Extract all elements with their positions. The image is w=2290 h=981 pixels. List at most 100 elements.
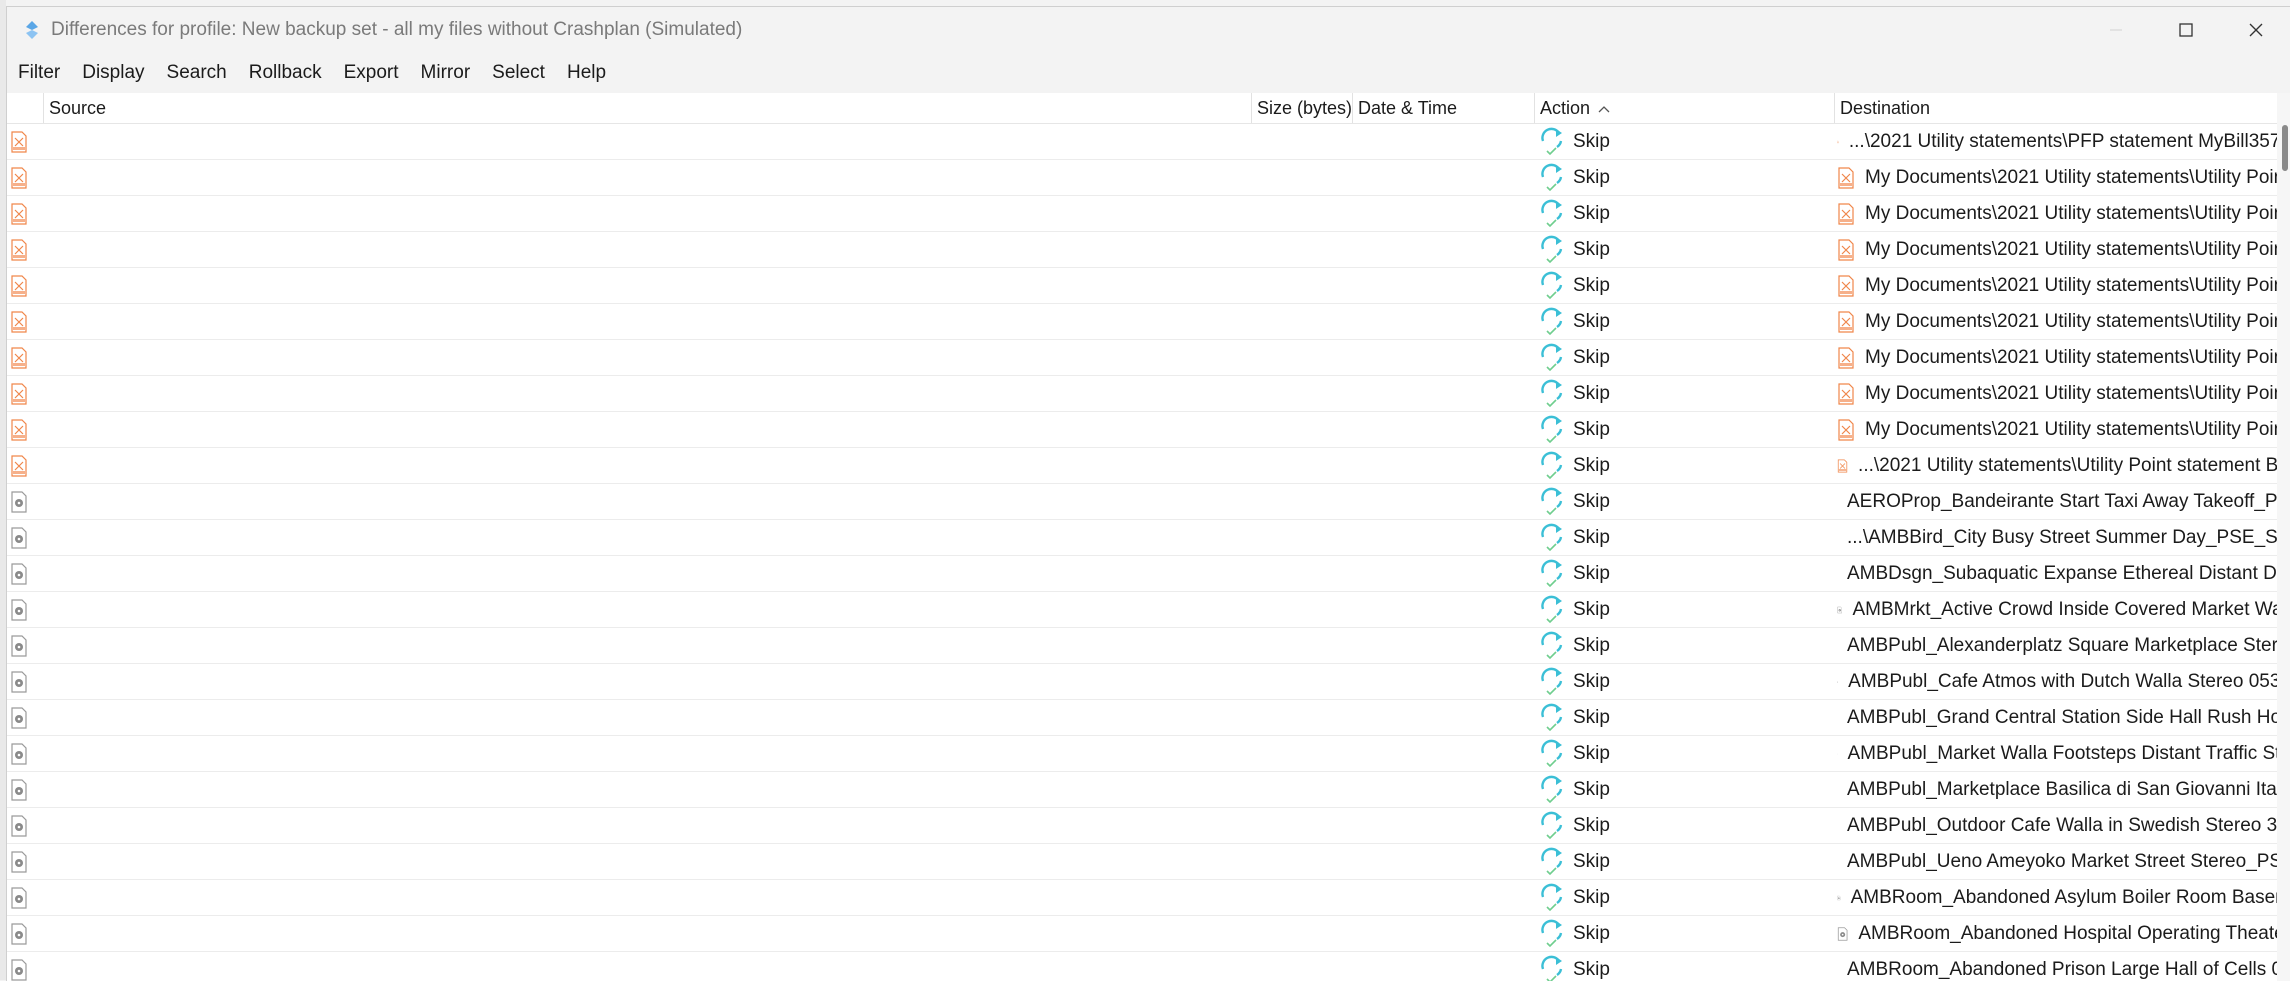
- table-row[interactable]: SkipAMBPubl_Alexanderplatz Square Market…: [7, 628, 2277, 664]
- destination-path: My Documents\2021 Utility statements\Uti…: [1865, 383, 2277, 405]
- destination-path: My Documents\2021 Utility statements\Uti…: [1865, 311, 2277, 333]
- menu-rollback[interactable]: Rollback: [238, 53, 333, 93]
- column-action[interactable]: Action: [1534, 93, 1834, 123]
- action-label: Skip: [1573, 851, 1610, 873]
- action-cell[interactable]: Skip: [1539, 196, 1739, 232]
- action-cell[interactable]: Skip: [1539, 808, 1739, 844]
- table-row[interactable]: Skip...\2021 Utility statements\Utility …: [7, 448, 2277, 484]
- minimize-button[interactable]: [2081, 7, 2151, 53]
- destination-path: ...\2021 Utility statements\PFP statemen…: [1849, 131, 2277, 153]
- action-cell[interactable]: Skip: [1539, 520, 1739, 556]
- action-cell[interactable]: Skip: [1539, 916, 1739, 952]
- table-row[interactable]: Skip ...\2021 Utility statements\PFP stat…: [7, 124, 2277, 160]
- table-row[interactable]: SkipAMBMrkt_Active Crowd Inside Covered …: [7, 592, 2277, 628]
- icon-column-header[interactable]: [7, 93, 43, 123]
- action-cell[interactable]: Skip: [1539, 448, 1739, 484]
- column-source[interactable]: Source: [43, 93, 1251, 123]
- menu-mirror[interactable]: Mirror: [410, 53, 482, 93]
- action-cell[interactable]: Skip: [1539, 340, 1739, 376]
- menu-search[interactable]: Search: [156, 53, 238, 93]
- menu-display[interactable]: Display: [71, 53, 155, 93]
- action-cell[interactable]: Skip: [1539, 376, 1739, 412]
- table-row[interactable]: Skip AMBRoom_Abandoned Hospital Operating…: [7, 916, 2277, 952]
- action-cell[interactable]: Skip: [1539, 268, 1739, 304]
- action-cell[interactable]: Skip: [1539, 628, 1739, 664]
- menu-export[interactable]: Export: [333, 53, 410, 93]
- table-row[interactable]: SkipMy Documents\2021 Utility statements…: [7, 160, 2277, 196]
- column-datetime[interactable]: Date & Time: [1352, 93, 1534, 123]
- source-cell: [10, 376, 30, 412]
- table-row[interactable]: Skip My Documents\2021 Utility statements…: [7, 304, 2277, 340]
- skip-sync-icon: [1539, 739, 1565, 769]
- source-cell: [10, 844, 30, 880]
- action-cell[interactable]: Skip: [1539, 952, 1739, 981]
- action-cell[interactable]: Skip: [1539, 412, 1739, 448]
- action-cell[interactable]: Skip: [1539, 232, 1739, 268]
- destination-path: My Documents\2021 Utility statements\Uti…: [1865, 203, 2277, 225]
- action-cell[interactable]: Skip: [1539, 124, 1739, 160]
- action-cell[interactable]: Skip: [1539, 556, 1739, 592]
- table-row[interactable]: SkipMy Documents\2021 Utility statements…: [7, 340, 2277, 376]
- destination-path: AMBPubl_Marketplace Basilica di San Giov…: [1847, 779, 2277, 801]
- table-row[interactable]: Skip AMBPubl_Marketplace Basilica di San …: [7, 772, 2277, 808]
- table-row[interactable]: Skip AMBRoom_Abandoned Asylum Boiler Room…: [7, 880, 2277, 916]
- table-row[interactable]: SkipMy Documents\2021 Utility statements…: [7, 412, 2277, 448]
- table-row[interactable]: Skip AEROProp_Bandeirante Start Taxi Away…: [7, 484, 2277, 520]
- action-label: Skip: [1573, 815, 1610, 837]
- table-row[interactable]: Skip My Documents\2021 Utility statements…: [7, 268, 2277, 304]
- destination-cell: My Documents\2021 Utility statements\Uti…: [1837, 196, 2277, 232]
- audio-file-icon: [10, 563, 28, 585]
- skip-sync-icon: [1539, 487, 1565, 517]
- pdf-file-icon: [1837, 203, 1855, 225]
- table-row[interactable]: SkipAMBPubl_Grand Central Station Side H…: [7, 700, 2277, 736]
- action-label: Skip: [1573, 311, 1610, 333]
- menu-help[interactable]: Help: [556, 53, 617, 93]
- action-cell[interactable]: Skip: [1539, 700, 1739, 736]
- close-button[interactable]: [2221, 7, 2290, 53]
- menu-filter[interactable]: Filter: [7, 53, 71, 93]
- action-cell[interactable]: Skip: [1539, 772, 1739, 808]
- pdf-file-icon: [1837, 167, 1855, 189]
- action-cell[interactable]: Skip: [1539, 880, 1739, 916]
- table-row[interactable]: Skip My Documents\2021 Utility statements…: [7, 376, 2277, 412]
- scrollbar-thumb[interactable]: [2282, 125, 2288, 171]
- menu-select[interactable]: Select: [481, 53, 556, 93]
- table-row[interactable]: SkipAMBPubl_Market Walla Footsteps Dista…: [7, 736, 2277, 772]
- table-row[interactable]: SkipAMBDsgn_Subaquatic Expanse Ethereal …: [7, 556, 2277, 592]
- destination-cell: AMBPubl_Marketplace Basilica di San Giov…: [1837, 772, 2277, 808]
- action-cell[interactable]: Skip: [1539, 664, 1739, 700]
- pdf-file-icon: [10, 383, 28, 405]
- source-cell: [10, 412, 30, 448]
- pdf-file-icon: [1837, 383, 1855, 405]
- action-cell[interactable]: Skip: [1539, 160, 1739, 196]
- table-row[interactable]: Skip AMBPubl_Cafe Atmos with Dutch Walla …: [7, 664, 2277, 700]
- column-destination[interactable]: Destination: [1834, 93, 2290, 123]
- table-row[interactable]: SkipMy Documents\2021 Utility statements…: [7, 232, 2277, 268]
- destination-cell: AEROProp_Bandeirante Start Taxi Away Tak…: [1837, 484, 2277, 520]
- table-row[interactable]: Skip AMBPubl_Outdoor Cafe Walla in Swedis…: [7, 808, 2277, 844]
- window-controls: [2081, 7, 2290, 53]
- vertical-scrollbar[interactable]: [2277, 93, 2290, 981]
- action-cell[interactable]: Skip: [1539, 844, 1739, 880]
- audio-file-icon: [10, 599, 28, 621]
- table-row[interactable]: Skip...\AMBBird_City Busy Street Summer …: [7, 520, 2277, 556]
- table-row[interactable]: SkipAMBPubl_Ueno Ameyoko Market Street S…: [7, 844, 2277, 880]
- action-cell[interactable]: Skip: [1539, 484, 1739, 520]
- table-row[interactable]: Skip My Documents\2021 Utility statements…: [7, 196, 2277, 232]
- audio-file-icon: [10, 527, 28, 549]
- destination-cell: AMBPubl_Outdoor Cafe Walla in Swedish St…: [1837, 808, 2277, 844]
- destination-path: AMBRoom_Abandoned Hospital Operating The…: [1858, 923, 2277, 945]
- skip-sync-icon: [1539, 667, 1565, 697]
- action-cell[interactable]: Skip: [1539, 592, 1739, 628]
- source-cell: [10, 592, 30, 628]
- destination-path: AMBPubl_Cafe Atmos with Dutch Walla Ster…: [1848, 671, 2277, 693]
- destination-cell: My Documents\2021 Utility statements\Uti…: [1837, 268, 2277, 304]
- table-row[interactable]: SkipAMBRoom_Abandoned Prison Large Hall …: [7, 952, 2277, 981]
- audio-file-icon: [10, 959, 28, 981]
- column-size[interactable]: Size (bytes): [1251, 93, 1351, 123]
- destination-cell: AMBRoom_Abandoned Asylum Boiler Room Bas…: [1837, 880, 2277, 916]
- action-cell[interactable]: Skip: [1539, 736, 1739, 772]
- maximize-button[interactable]: [2151, 7, 2221, 53]
- title-bar: Differences for profile: New backup set …: [7, 7, 2290, 53]
- action-cell[interactable]: Skip: [1539, 304, 1739, 340]
